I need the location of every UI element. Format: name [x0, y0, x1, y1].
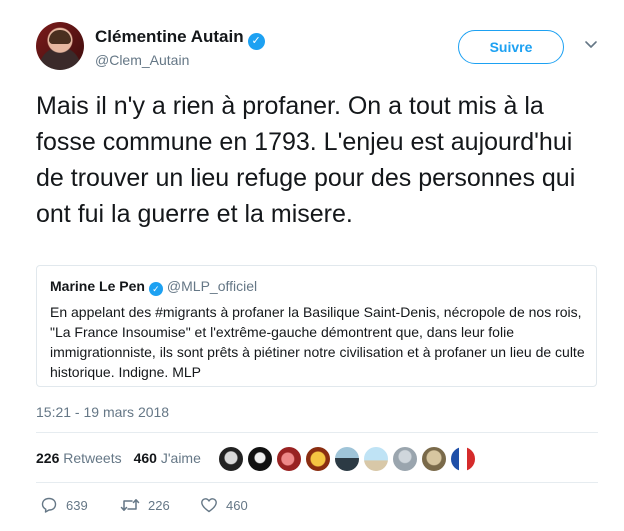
quoted-author-name: Marine Le Pen [50, 278, 145, 294]
quoted-tweet[interactable]: Marine Le Pen ✓ @MLP_officiel En appelant … [36, 265, 597, 387]
liker-avatar[interactable] [334, 446, 360, 472]
liker-avatar[interactable] [218, 446, 244, 472]
tweet-actions: 639 226 460 [40, 496, 340, 516]
likes-label: J'aime [160, 450, 201, 466]
reply-count: 639 [66, 498, 88, 513]
reply-icon [41, 497, 57, 513]
liker-avatar[interactable] [363, 446, 389, 472]
liker-avatar[interactable] [247, 446, 273, 472]
liker-avatar[interactable] [276, 446, 302, 472]
tweet-timestamp[interactable]: 15:21 - 19 mars 2018 [36, 404, 169, 420]
retweet-icon [120, 499, 140, 511]
verified-badge-icon: ✓ [148, 282, 163, 296]
follow-button[interactable]: Suivre [458, 30, 564, 64]
hashtag-link[interactable]: #migrants [155, 304, 216, 320]
likes-count: 460 [133, 450, 157, 466]
retweet-button[interactable]: 226 [120, 496, 170, 516]
chevron-down-icon[interactable] [583, 36, 599, 52]
liker-avatar[interactable] [421, 446, 447, 472]
tweet-text: Mais il n'y a rien à profaner. On a tout… [36, 92, 576, 228]
author-handle[interactable]: @Clem_Autain [95, 52, 189, 68]
retweet-count: 226 [148, 498, 170, 513]
author-name[interactable]: Clémentine Autain [95, 27, 244, 46]
liker-avatar[interactable] [305, 446, 331, 472]
retweets-count: 226 [36, 450, 60, 466]
liker-avatar[interactable] [450, 446, 476, 472]
retweets-label: Retweets [63, 450, 122, 466]
verified-badge-icon: ✓ [247, 33, 265, 50]
likes-stat[interactable]: 460 J'aime [134, 450, 201, 466]
retweets-stat[interactable]: 226 Retweets [36, 450, 122, 466]
divider [36, 432, 598, 433]
author-name-row[interactable]: Clémentine Autain ✓ [95, 27, 265, 50]
quoted-author-handle: @MLP_officiel [166, 278, 258, 294]
quoted-header: Marine Le Pen ✓ @MLP_officiel [50, 278, 257, 296]
tweet-header: Clémentine Autain ✓ @Clem_Autain Suivre [36, 22, 606, 72]
divider [36, 482, 598, 483]
quoted-text-part: En appelant des [50, 304, 156, 320]
like-count: 460 [226, 498, 248, 513]
reply-button[interactable]: 639 [40, 496, 88, 516]
heart-icon [201, 498, 217, 513]
author-avatar[interactable] [36, 22, 84, 70]
liker-avatar[interactable] [392, 446, 418, 472]
quoted-text: En appelant des #migrants à profaner la … [50, 302, 590, 382]
like-button[interactable]: 460 [200, 496, 248, 516]
